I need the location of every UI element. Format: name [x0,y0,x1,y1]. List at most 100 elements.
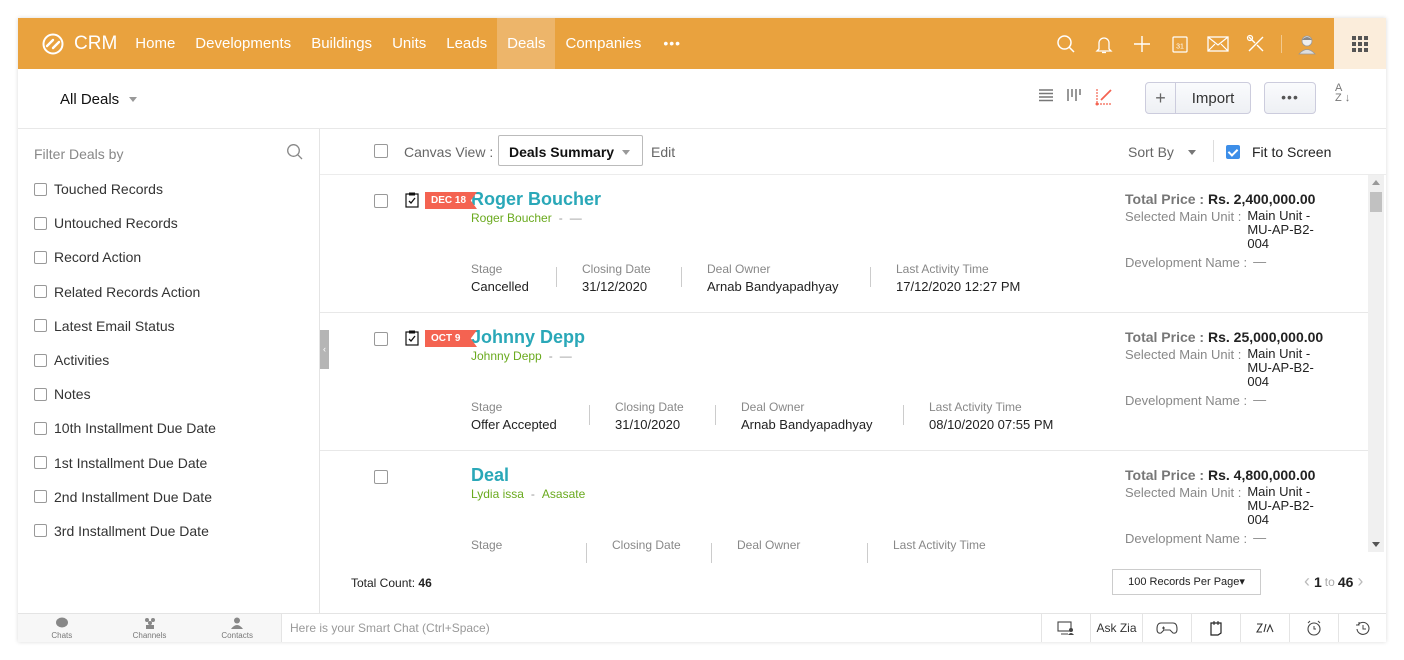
nav-deals[interactable]: Deals [497,18,556,69]
alarm-clock-icon[interactable] [1289,614,1338,642]
bell-icon[interactable] [1085,18,1123,69]
contact-link[interactable]: Roger Boucher [471,211,552,225]
task-clipboard-icon[interactable] [405,192,419,208]
field-label: Deal Owner [741,400,805,414]
nav-more-button[interactable]: ••• [651,18,693,69]
record-checkbox[interactable] [374,470,388,484]
filter-checkbox[interactable] [34,490,47,504]
scroll-down-icon[interactable] [1372,542,1380,547]
total-price-value: Rs. 25,000,000.00 [1207,329,1324,345]
filter-item[interactable]: 10th Installment Due Date [34,411,216,445]
filter-checkbox[interactable] [34,285,47,299]
filter-item[interactable]: Related Records Action [34,275,216,309]
scroll-thumb[interactable] [1370,192,1382,212]
filter-search-icon[interactable] [286,143,304,161]
sort-by-dropdown[interactable]: Sort By [1128,144,1196,160]
filter-label: 2nd Installment Due Date [54,488,212,505]
record-checkbox[interactable] [374,332,388,346]
filter-item[interactable]: Untouched Records [34,206,216,240]
list-view-icon[interactable] [1038,87,1054,103]
filter-item[interactable]: Notes [34,377,216,411]
fit-to-screen-checkbox[interactable] [1226,145,1240,159]
plus-icon[interactable] [1123,18,1161,69]
top-nav: CRM Home Developments Buildings Units Le… [18,18,1386,69]
task-clipboard-icon[interactable] [405,330,419,346]
kanban-view-icon[interactable] [1066,87,1082,103]
smart-chat-input[interactable]: Here is your Smart Chat (Ctrl+Space) [281,614,1041,642]
nav-companies[interactable]: Companies [555,18,651,69]
field-value: 31/12/2020 [582,279,648,294]
selected-unit: Selected Main Unit : Main Unit - MU-AP-B2-… [1125,485,1315,527]
filter-checkbox[interactable] [34,524,47,538]
contacts-button[interactable]: Contacts [193,614,281,642]
filter-item[interactable]: Activities [34,343,216,377]
deal-record[interactable]: Roger Boucher DEC 18 Roger Boucher - — Sta… [320,175,1368,313]
screen-share-button[interactable] [1041,614,1090,642]
nav-home[interactable]: Home [125,18,185,69]
ask-zia-button[interactable]: Ask Zia [1090,614,1142,642]
view-selector[interactable]: All Deals [60,91,138,108]
sort-az-icon[interactable]: AZ ↓ [1335,83,1350,104]
account-name: — [559,349,572,363]
select-all-checkbox[interactable] [374,144,388,158]
create-plus-button[interactable]: + [1146,83,1176,113]
filter-checkbox[interactable] [34,319,47,333]
scroll-up-icon[interactable] [1372,180,1380,185]
history-icon[interactable] [1338,614,1386,642]
fit-to-screen-toggle[interactable]: Fit to Screen [1226,144,1331,160]
filter-checkbox[interactable] [34,421,47,435]
zia-icon[interactable] [1240,614,1289,642]
filter-label: Untouched Records [54,215,178,232]
crm-window: CRM Home Developments Buildings Units Le… [18,18,1386,642]
chats-button[interactable]: Chats [18,614,106,642]
filter-checkbox[interactable] [34,216,47,230]
filter-item[interactable]: Latest Email Status [34,309,216,343]
deal-fields: Stage Offer Accepted Closing Date 31/10/20… [471,400,1099,432]
deal-title[interactable]: Johnny Depp [471,327,585,348]
filter-item[interactable]: 1st Installment Due Date [34,446,216,480]
nav-units[interactable]: Units [382,18,436,69]
channels-button[interactable]: Channels [106,614,194,642]
contact-link[interactable]: Lydia issa [471,487,524,501]
deal-title[interactable]: Deal [471,465,509,486]
filter-checkbox[interactable] [34,353,47,367]
records-per-page-select[interactable]: 100 Records Per Page▾ [1112,569,1261,595]
account-link[interactable]: Asasate [542,487,585,501]
avatar-icon[interactable] [1288,18,1326,69]
search-icon[interactable] [1047,18,1085,69]
filter-checkbox[interactable] [34,387,47,401]
deal-record[interactable]: Deal Lydia issa - Asasate Stage Closing Da… [320,451,1368,568]
mail-icon[interactable] [1199,18,1237,69]
filter-checkbox[interactable] [34,456,47,470]
notes-icon[interactable] [1191,614,1240,642]
deal-record[interactable]: Johnny Depp OCT 9 Johnny Depp - — Stage Off… [320,313,1368,451]
filter-item[interactable]: 3rd Installment Due Date [34,514,216,548]
gamepad-icon[interactable] [1142,614,1191,642]
deal-title[interactable]: Roger Boucher [471,189,601,210]
crm-logo[interactable]: CRM [38,33,117,55]
nav-developments[interactable]: Developments [185,18,301,69]
canvas-view-select[interactable]: Deals Summary [498,135,643,166]
calendar-icon[interactable]: 31 [1161,18,1199,69]
tools-icon[interactable] [1237,18,1275,69]
filter-item[interactable]: 2nd Installment Due Date [34,480,216,514]
canvas-view-icon[interactable] [1094,87,1114,107]
nav-buildings[interactable]: Buildings [301,18,382,69]
filter-checkbox[interactable] [34,250,47,264]
filter-item[interactable]: Touched Records [34,172,216,206]
more-actions-button[interactable]: ••• [1264,82,1316,114]
canvas-edit-link[interactable]: Edit [651,144,675,160]
records-scrollbar[interactable] [1368,175,1384,552]
next-page-icon[interactable]: › [1357,571,1363,592]
import-button[interactable]: + Import [1145,82,1251,114]
field-label: Stage [471,538,503,552]
prev-page-icon[interactable]: ‹ [1304,571,1310,592]
deal-subtitle: Lydia issa - Asasate [471,487,586,501]
apps-grid-icon[interactable] [1334,18,1386,69]
filter-checkbox[interactable] [34,182,47,196]
record-checkbox[interactable] [374,194,388,208]
contact-link[interactable]: Johnny Depp [471,349,542,363]
field-value: 08/10/2020 07:55 PM [929,417,1054,432]
filter-item[interactable]: Record Action [34,240,216,274]
nav-leads[interactable]: Leads [436,18,497,69]
